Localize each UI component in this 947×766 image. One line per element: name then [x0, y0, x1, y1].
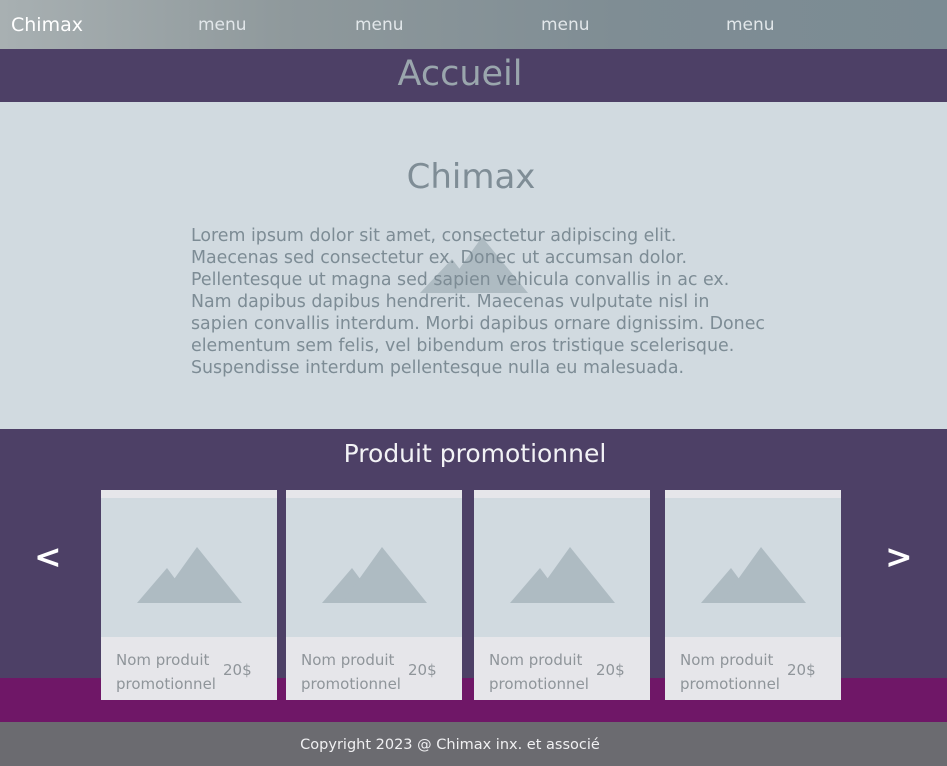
product-card[interactable]: Nom produit promotionnel 20$ — [101, 490, 277, 700]
menu-item-1[interactable]: menu — [198, 15, 247, 35]
product-image — [101, 498, 277, 637]
page-title-bar: Accueil — [0, 49, 947, 102]
image-placeholder-icon — [322, 547, 427, 603]
product-price: 20$ — [596, 661, 625, 679]
product-image — [286, 498, 462, 637]
image-placeholder-icon — [510, 547, 615, 603]
menu-item-2[interactable]: menu — [355, 15, 404, 35]
product-price: 20$ — [408, 661, 437, 679]
product-name: Nom produit promotionnel — [489, 651, 589, 693]
copyright-text: Copyright 2023 @ Chimax inx. et associé — [300, 737, 600, 753]
hero-description: Lorem ipsum dolor sit amet, consectetur … — [191, 226, 765, 378]
hero-section: Chimax Lorem ipsum dolor sit amet, conse… — [0, 102, 947, 429]
product-card[interactable]: Nom produit promotionnel 20$ — [665, 490, 841, 700]
product-name: Nom produit promotionnel — [301, 651, 401, 693]
menu-item-4[interactable]: menu — [726, 15, 775, 35]
product-name: Nom produit promotionnel — [116, 651, 216, 693]
product-image — [474, 498, 650, 637]
carousel-prev-button[interactable]: < — [34, 537, 62, 576]
product-name: Nom produit promotionnel — [680, 651, 780, 693]
product-price: 20$ — [787, 661, 816, 679]
product-card[interactable]: Nom produit promotionnel 20$ — [286, 490, 462, 700]
product-card[interactable]: Nom produit promotionnel 20$ — [474, 490, 650, 700]
brand-logo[interactable]: Chimax — [11, 14, 83, 36]
carousel-next-button[interactable]: > — [885, 537, 913, 576]
page-title: Accueil — [397, 54, 523, 94]
image-placeholder-icon — [137, 547, 242, 603]
menu-item-3[interactable]: menu — [541, 15, 590, 35]
promo-title: Produit promotionnel — [343, 439, 607, 468]
hero-title: Chimax — [406, 157, 536, 197]
top-navigation: Chimax menu menu menu menu — [0, 0, 947, 49]
product-price: 20$ — [223, 661, 252, 679]
footer: Copyright 2023 @ Chimax inx. et associé — [0, 722, 947, 766]
product-image — [665, 498, 841, 637]
image-placeholder-icon — [701, 547, 806, 603]
